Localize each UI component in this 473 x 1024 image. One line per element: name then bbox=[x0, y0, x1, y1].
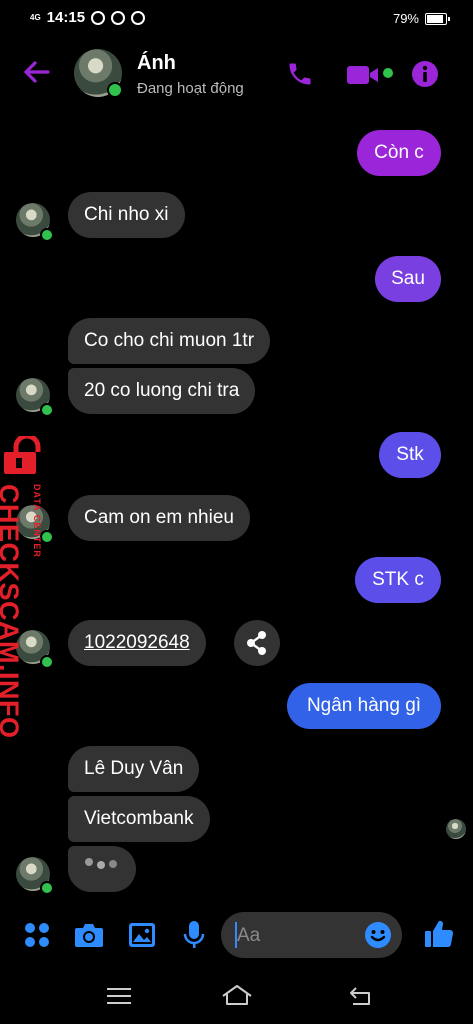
contact-status: Đang hoạt động bbox=[137, 80, 244, 97]
notification-icon bbox=[91, 10, 106, 25]
network-indicator: 4G bbox=[30, 12, 41, 22]
message-incoming[interactable]: Vietcombank bbox=[68, 796, 210, 842]
online-indicator bbox=[40, 881, 54, 895]
microphone-icon[interactable] bbox=[183, 920, 205, 950]
menu-icon[interactable] bbox=[107, 987, 131, 1005]
share-button[interactable] bbox=[234, 620, 280, 666]
message-outgoing[interactable]: Còn c bbox=[357, 130, 441, 176]
online-indicator bbox=[40, 228, 54, 242]
video-active-dot bbox=[383, 68, 393, 78]
typing-dots-icon bbox=[85, 858, 117, 869]
share-icon bbox=[247, 631, 266, 655]
message-input[interactable]: Aa bbox=[221, 912, 402, 958]
watermark: CHECKSCAM.INFO DATA CENTER bbox=[0, 436, 54, 739]
message-outgoing[interactable]: Ngân hàng gì bbox=[287, 683, 441, 729]
contact-name[interactable]: Ánh bbox=[137, 52, 176, 75]
status-bar: 4G 14:15 79% bbox=[0, 0, 473, 36]
like-thumb-icon[interactable] bbox=[424, 919, 454, 949]
app-icon bbox=[111, 10, 126, 25]
online-indicator bbox=[40, 403, 54, 417]
typing-indicator bbox=[68, 846, 136, 892]
message-outgoing[interactable]: Stk bbox=[379, 432, 441, 478]
message-input-placeholder: Aa bbox=[237, 925, 261, 946]
battery-percent: 79% bbox=[392, 11, 419, 26]
phone-call-icon[interactable] bbox=[286, 60, 314, 88]
message-incoming[interactable]: Lê Duy Vân bbox=[68, 746, 200, 792]
message-phone-number-link[interactable]: 1022092648 bbox=[68, 620, 206, 666]
info-icon[interactable] bbox=[411, 60, 439, 88]
emoji-icon[interactable] bbox=[364, 921, 392, 949]
seen-receipt-avatar bbox=[446, 819, 466, 839]
camera-icon[interactable] bbox=[74, 921, 104, 949]
gallery-icon[interactable] bbox=[128, 922, 156, 948]
message-outgoing[interactable]: Sau bbox=[375, 256, 441, 302]
lock-icon bbox=[4, 436, 41, 474]
system-navigation-bar bbox=[0, 962, 473, 1024]
battery-icon bbox=[425, 12, 450, 25]
watermark-text: CHECKSCAM.INFO bbox=[0, 484, 24, 739]
clock: 14:15 bbox=[46, 9, 86, 26]
message-incoming[interactable]: 20 co luong chi tra bbox=[68, 368, 256, 414]
online-indicator bbox=[107, 82, 123, 98]
more-actions-icon[interactable] bbox=[23, 921, 51, 949]
messenger-notification-icon bbox=[131, 10, 146, 25]
message-outgoing[interactable]: STK c bbox=[355, 557, 441, 603]
message-incoming[interactable]: Cam on em nhieu bbox=[68, 495, 250, 541]
message-composer: Aa bbox=[0, 908, 473, 962]
back-nav-icon[interactable] bbox=[348, 986, 374, 1006]
home-icon[interactable] bbox=[221, 984, 253, 1006]
chat-header: Ánh Đang hoạt động bbox=[0, 36, 473, 114]
video-call-icon[interactable] bbox=[346, 63, 380, 87]
back-arrow-icon[interactable] bbox=[22, 60, 50, 84]
watermark-subtext: DATA CENTER bbox=[32, 484, 42, 558]
message-incoming[interactable]: Co cho chi muon 1tr bbox=[68, 318, 271, 364]
message-incoming[interactable]: Chi nho xi bbox=[68, 192, 185, 238]
